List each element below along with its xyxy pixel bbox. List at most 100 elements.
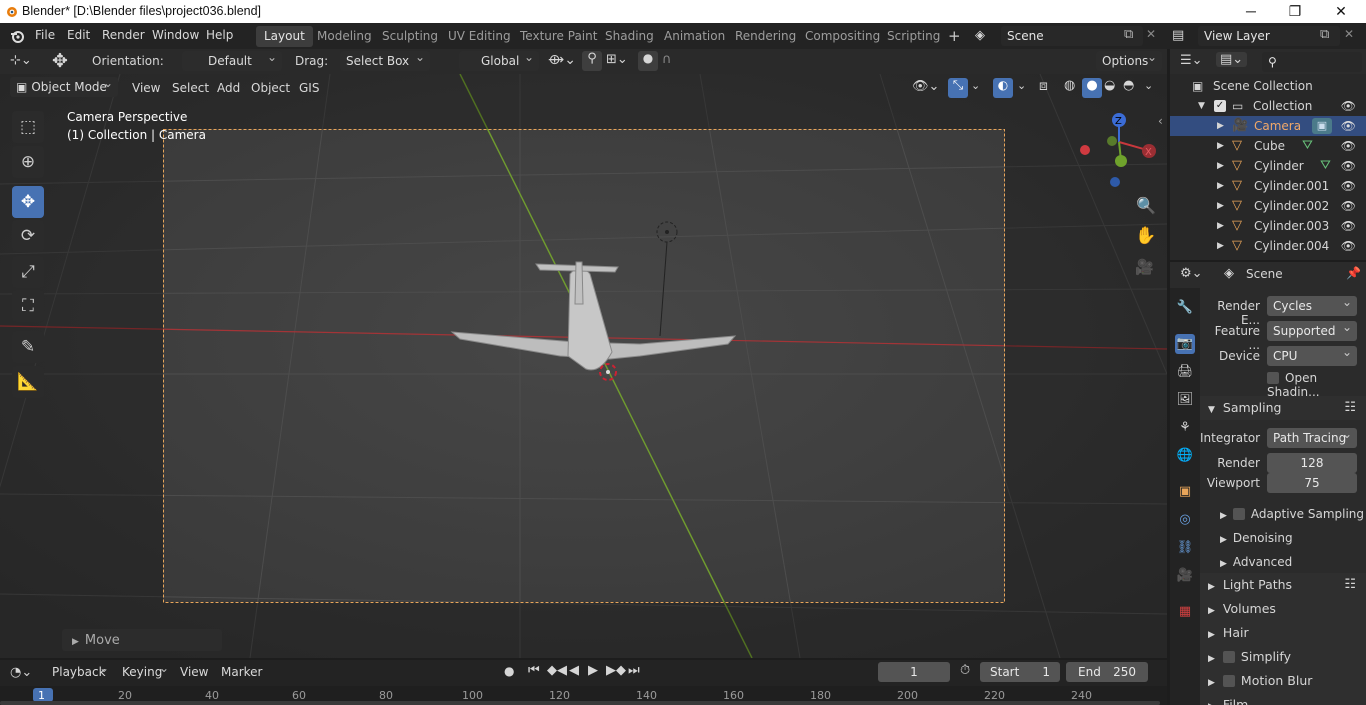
prev-keyframe-icon[interactable]: ◆◀ — [547, 663, 567, 678]
timeline-menu-view[interactable]: View — [180, 665, 208, 679]
jump-start-icon[interactable]: ⏮ — [528, 663, 540, 678]
solid-shading-icon[interactable]: ● — [1082, 78, 1102, 98]
close-button[interactable]: ✕ — [1318, 0, 1364, 23]
eye-icon[interactable]: 👁 — [1341, 96, 1356, 116]
eye-icon[interactable]: 👁 — [1341, 176, 1356, 196]
checkbox-box[interactable] — [1232, 508, 1245, 520]
new-scene-icon[interactable]: ⧉ — [1124, 27, 1133, 42]
next-keyframe-icon[interactable]: ▶◆ — [606, 663, 626, 678]
open-shading-checkbox[interactable]: Open Shadin... — [1267, 371, 1366, 399]
presets-icon[interactable]: ☷ — [1344, 573, 1356, 597]
tab-scripting[interactable]: Scripting — [879, 26, 948, 47]
outliner-search-field[interactable]: ⚲ — [1262, 52, 1362, 72]
display-mode-icon[interactable]: ▤⌄ — [1216, 52, 1248, 67]
scale-tool[interactable]: ⤢ — [12, 256, 44, 288]
stopwatch-icon[interactable]: ⏱ — [960, 663, 970, 678]
remove-view-layer-icon[interactable]: ✕ — [1344, 27, 1354, 41]
overlay-options-icon[interactable]: ⌄ — [1017, 79, 1026, 92]
expand-arrow-icon[interactable]: ▶ — [1217, 156, 1224, 176]
pivot-point-icon[interactable]: ⟴⌄ — [548, 52, 576, 68]
expand-arrow-icon[interactable]: ▼ — [1198, 96, 1205, 116]
viewport-samples-field[interactable]: 75 — [1267, 473, 1357, 493]
xray-toggle-icon[interactable]: ⧈ — [1039, 78, 1048, 94]
menu-edit[interactable]: Edit — [67, 28, 90, 42]
object-tab-icon[interactable]: ▣ — [1175, 482, 1195, 502]
collection-checkbox[interactable]: ✓ — [1214, 100, 1226, 112]
camera-data-icon[interactable]: ▣ — [1312, 118, 1332, 134]
measure-tool[interactable]: 📐 — [12, 366, 44, 398]
keying-menu[interactable]: Keying — [116, 658, 174, 682]
tab-sculpting[interactable]: Sculpting — [374, 26, 446, 47]
outliner-editor-type-icon[interactable]: ☰⌄ — [1180, 53, 1203, 68]
pin-icon[interactable]: 📌 — [1346, 266, 1361, 280]
timeline-scrollbar[interactable] — [0, 701, 1160, 705]
sidebar-toggle-icon[interactable]: ‹ — [1158, 114, 1163, 128]
mesh-data-icon[interactable]: ⛛ — [1302, 136, 1313, 156]
sampling-panel-header[interactable]: ▼ Sampling ☷ — [1200, 396, 1366, 420]
checkbox-box[interactable] — [1222, 675, 1235, 687]
rendered-shading-icon[interactable]: ◓ — [1123, 78, 1134, 93]
view-layer-field[interactable]: View Layer — [1198, 26, 1340, 46]
render-samples-field[interactable]: 128 — [1267, 453, 1357, 473]
tab-rendering[interactable]: Rendering — [727, 26, 804, 47]
output-tab-icon[interactable]: 🖨 — [1175, 362, 1195, 382]
scene-selector-icon[interactable]: ◈ — [975, 28, 985, 43]
expand-arrow-icon[interactable]: ▶ — [1217, 116, 1224, 136]
eye-icon[interactable]: 👁 — [1341, 236, 1356, 256]
snap-toggle-icon[interactable]: ⚲ — [582, 51, 602, 71]
outliner-item[interactable]: ▶ ▽ Cylinder.002 👁 — [1170, 196, 1366, 216]
record-button-icon[interactable]: ● — [504, 664, 514, 678]
properties-editor-type-icon[interactable]: ⚙⌄ — [1180, 266, 1203, 281]
mesh-data-icon[interactable]: ⛛ — [1320, 156, 1331, 176]
physics-tab-icon[interactable]: ◎ — [1175, 510, 1195, 530]
gizmo-toggle-icon[interactable]: ⤡ — [948, 78, 968, 98]
visibility-filter-icon[interactable]: 👁⌄ — [912, 79, 939, 94]
editor-type-icon[interactable]: ⊹⌄ — [10, 53, 32, 68]
film-panel-header[interactable]: ▶Film — [1200, 693, 1366, 705]
play-icon[interactable]: ▶ — [588, 663, 598, 678]
select-box-tool[interactable]: ⬚ — [12, 111, 44, 143]
integrator-dropdown[interactable]: Path Tracing — [1267, 424, 1357, 448]
menu-file[interactable]: File — [35, 28, 55, 42]
menu-help[interactable]: Help — [206, 28, 233, 42]
proportional-edit-icon[interactable]: ● — [638, 51, 658, 71]
outliner-item[interactable]: ▶ ▽ Cylinder.004 👁 — [1170, 236, 1366, 256]
volumes-panel-header[interactable]: ▶ Volumes — [1200, 597, 1366, 621]
constraints-tab-icon[interactable]: ⛓ — [1175, 538, 1195, 558]
hair-panel-header[interactable]: ▶ Hair — [1200, 621, 1366, 645]
play-reverse-icon[interactable]: ◀ — [569, 663, 579, 678]
world-tab-icon[interactable]: 🌐 — [1175, 446, 1195, 466]
feature-set-dropdown[interactable]: Supported — [1267, 317, 1357, 341]
menu-render[interactable]: Render — [102, 28, 145, 42]
adaptive-sampling-subpanel[interactable]: ▶ Adaptive Sampling — [1220, 507, 1364, 521]
new-view-layer-icon[interactable]: ⧉ — [1320, 27, 1329, 42]
tab-shading[interactable]: Shading — [597, 26, 662, 47]
outliner-item[interactable]: ▶ 🎥 Camera ▣ 👁 — [1170, 116, 1366, 136]
tab-layout[interactable]: Layout — [256, 26, 313, 47]
simplify-panel-header[interactable]: ▶ Simplify — [1200, 645, 1366, 669]
camera-data-tab-icon[interactable]: 🎥 — [1175, 566, 1195, 586]
camera-view-icon[interactable]: 🎥 — [1135, 258, 1154, 276]
checkbox-box[interactable] — [1222, 651, 1235, 663]
expand-arrow-icon[interactable]: ▶ — [1217, 196, 1224, 216]
scene-tab-icon[interactable]: ⚘ — [1175, 418, 1195, 438]
tab-uv-editing[interactable]: UV Editing — [440, 26, 519, 47]
pan-hand-icon[interactable]: ✋ — [1135, 226, 1156, 246]
annotate-tool[interactable]: ✎ — [12, 331, 44, 363]
render-tab-icon[interactable]: 📷 — [1175, 334, 1195, 354]
outliner-item[interactable]: ▶ ▽ Cube ⛛ 👁 — [1170, 136, 1366, 156]
outliner-collection[interactable]: ▼ ✓ ▭ Collection 👁 — [1170, 96, 1366, 116]
timeline-menu-marker[interactable]: Marker — [221, 665, 262, 679]
add-workspace-button[interactable]: + — [940, 26, 969, 47]
blender-menu-icon[interactable] — [9, 28, 25, 44]
light-paths-panel-header[interactable]: ▶ Light Paths ☷ — [1200, 573, 1366, 597]
viewport-menu-add[interactable]: Add — [217, 81, 240, 95]
view-layer-tab-icon[interactable]: 🖼 — [1175, 390, 1195, 410]
jump-end-icon[interactable]: ⏭ — [628, 663, 640, 678]
expand-arrow-icon[interactable]: ▶ — [1217, 176, 1224, 196]
tab-modeling[interactable]: Modeling — [309, 26, 380, 47]
move-tool[interactable]: ✥ — [12, 186, 44, 218]
cursor-tool[interactable]: ⊕ — [12, 146, 44, 178]
expand-arrow-icon[interactable]: ▶ — [1217, 236, 1224, 256]
current-frame-field[interactable]: 1 — [878, 662, 950, 682]
